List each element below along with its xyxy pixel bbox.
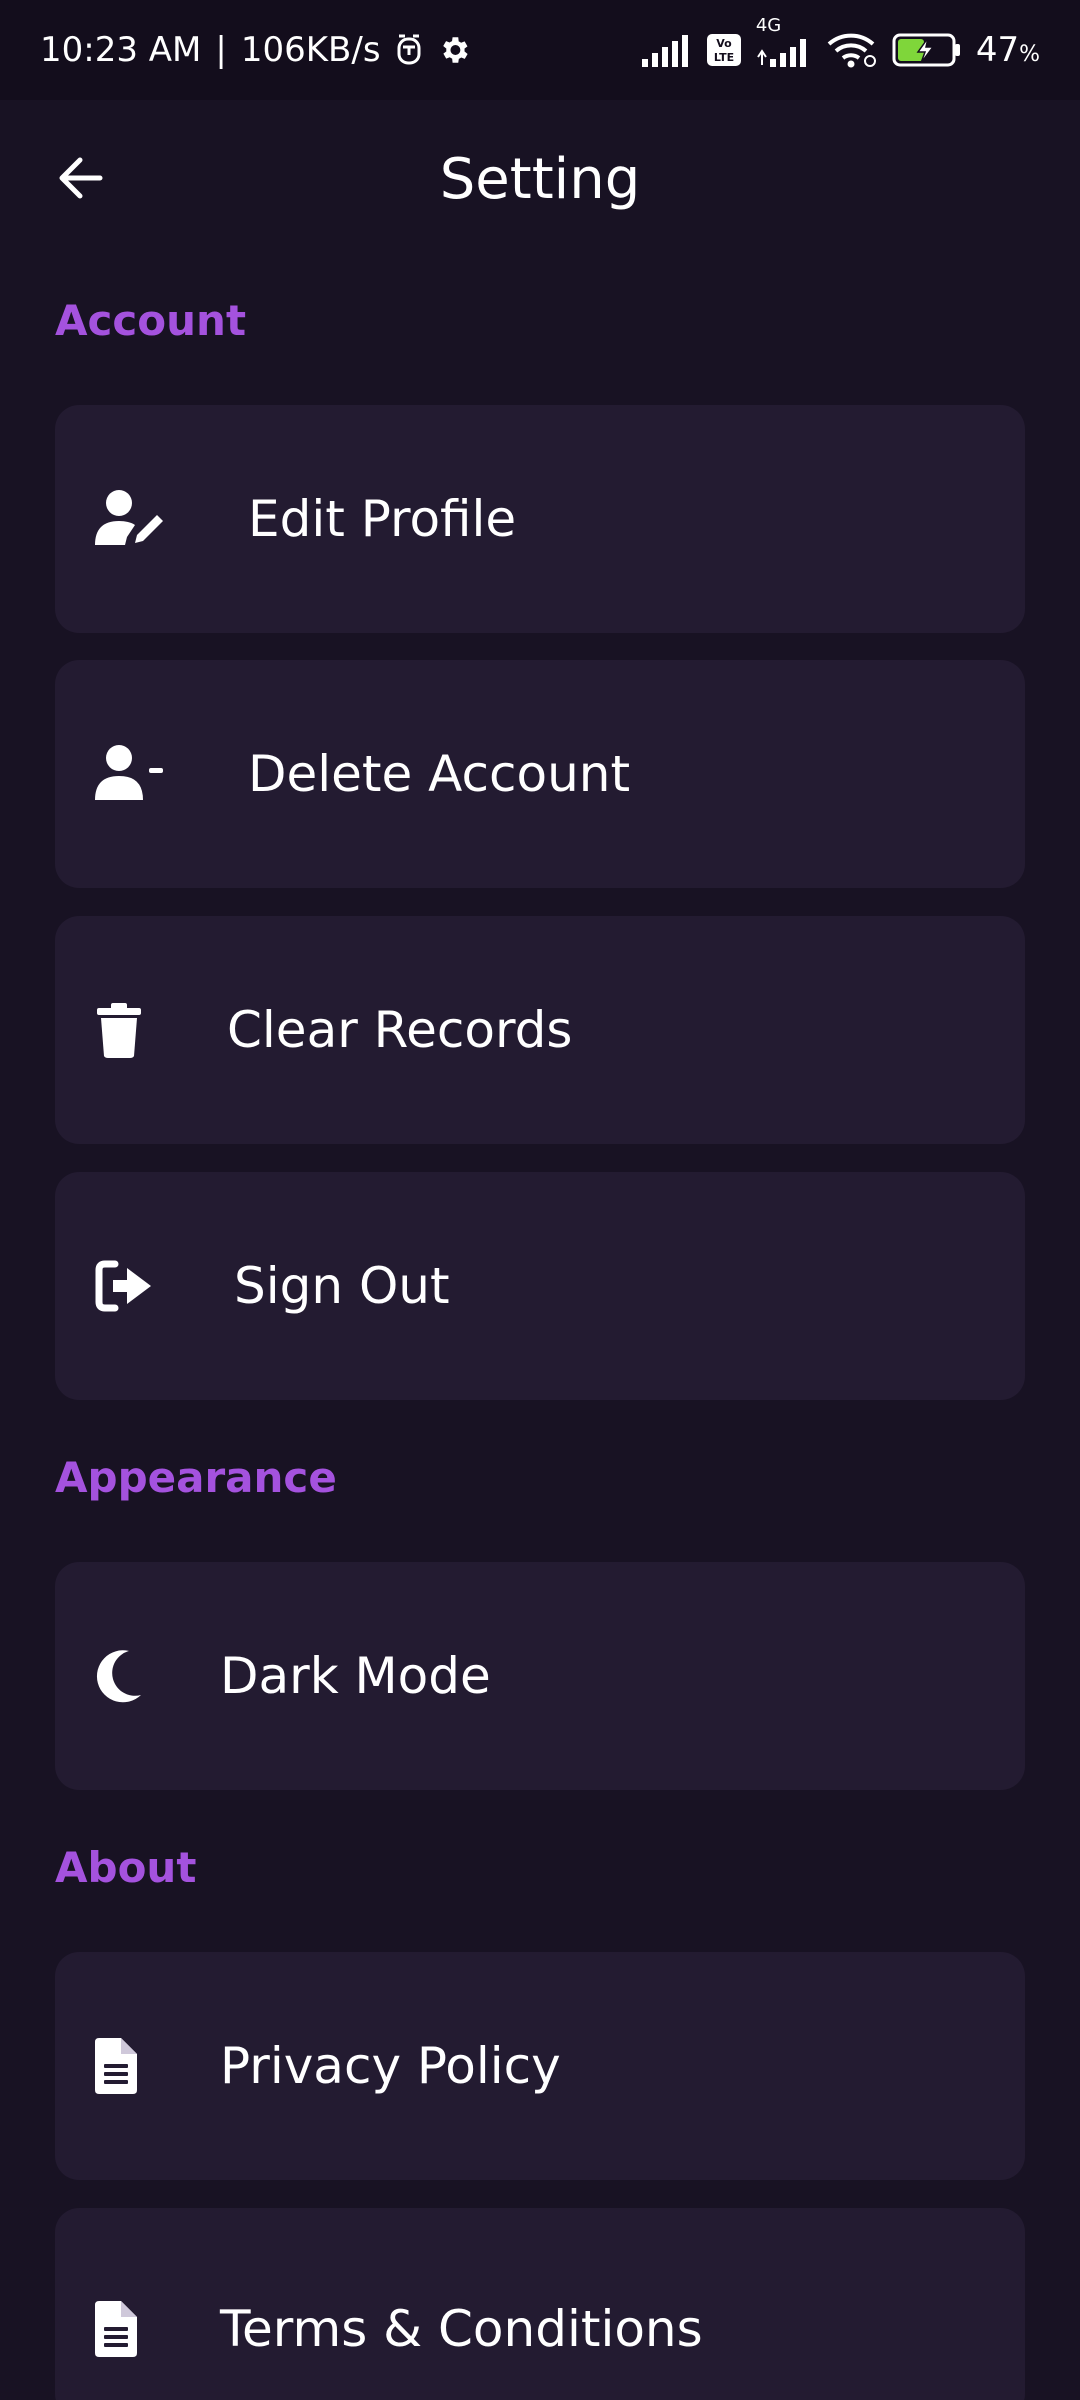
settings-item-label: Terms & Conditions (220, 2300, 703, 2358)
settings-item-label: Edit Profile (248, 490, 517, 548)
gear-icon (437, 33, 471, 67)
settings-item-sign-out[interactable]: Sign Out (55, 1172, 1025, 1400)
status-separator: | (215, 30, 227, 70)
svg-text:LTE: LTE (714, 51, 734, 64)
network-type-label: 4G (755, 15, 782, 36)
settings-item-edit-profile[interactable]: Edit Profile (55, 405, 1025, 633)
document-icon (95, 2038, 137, 2094)
status-time: 10:23 AM (40, 30, 202, 70)
signal-4g-icon: 4G (756, 15, 812, 67)
settings-item-privacy-policy[interactable]: Privacy Policy (55, 1952, 1025, 2180)
settings-item-label: Clear Records (227, 1001, 573, 1059)
svg-text:Vo: Vo (716, 37, 732, 50)
trash-icon (95, 1002, 143, 1058)
wifi-icon (826, 31, 878, 69)
signal-icon (641, 33, 692, 67)
volte-icon: Vo LTE (706, 33, 742, 67)
settings-item-dark-mode[interactable]: Dark Mode (55, 1562, 1025, 1790)
user-edit-icon (95, 489, 167, 549)
settings-item-terms-conditions[interactable]: Terms & Conditions (55, 2208, 1025, 2400)
moon-icon (95, 1649, 145, 1703)
battery-percent: 47 (975, 30, 1020, 70)
status-bar: 10:23 AM | 106KB/s Vo LTE 4G 47 % (0, 0, 1080, 100)
battery-percent-suffix: % (1019, 42, 1040, 67)
sign-out-icon (95, 1260, 153, 1312)
page-title: Setting (439, 147, 641, 212)
status-left: 10:23 AM | 106KB/s (40, 30, 471, 70)
section-label-account: Account (55, 296, 247, 345)
battery-charging-icon (892, 33, 962, 67)
settings-item-clear-records[interactable]: Clear Records (55, 916, 1025, 1144)
user-minus-icon (95, 744, 167, 804)
app-bar: Setting (0, 100, 1080, 260)
section-label-about: About (55, 1843, 197, 1892)
settings-item-delete-account[interactable]: Delete Account (55, 660, 1025, 888)
battery-level: 47 % (976, 30, 1040, 70)
settings-screen: 10:23 AM | 106KB/s Vo LTE 4G 47 % Settin… (0, 0, 1080, 2400)
status-speed: 106KB/s (240, 30, 381, 70)
section-label-appearance: Appearance (55, 1453, 337, 1502)
settings-item-label: Sign Out (234, 1257, 450, 1315)
document-icon (95, 2301, 137, 2357)
settings-item-label: Privacy Policy (220, 2037, 561, 2095)
status-right: Vo LTE 4G 47 % (641, 15, 1040, 70)
settings-item-label: Delete Account (248, 745, 631, 803)
alarm-icon (395, 33, 423, 67)
settings-item-label: Dark Mode (220, 1647, 491, 1705)
